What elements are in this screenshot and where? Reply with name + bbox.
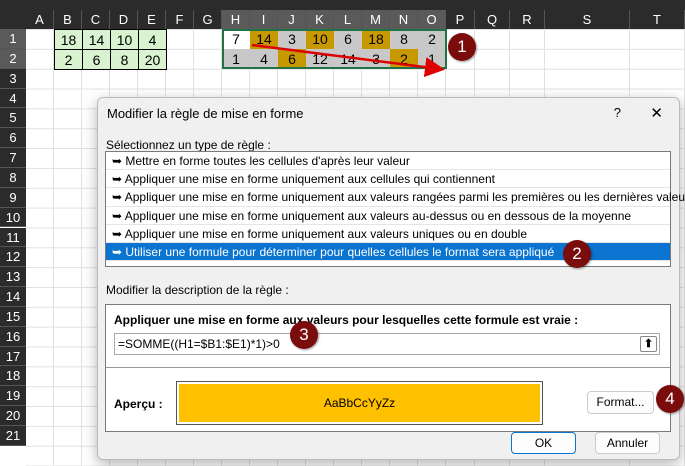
arrow-bullet-icon: ➥: [112, 172, 125, 187]
arrow-bullet-icon: ➥: [112, 226, 125, 241]
rule-type-item[interactable]: ➥ Mettre en forme toutes les cellules d'…: [106, 152, 670, 171]
edit-formatting-rule-dialog: Modifier la règle de mise en forme ? ✕ S…: [97, 97, 685, 460]
arrow-bullet-icon: ➥: [112, 244, 126, 259]
cancel-button[interactable]: Annuler: [595, 432, 660, 454]
collapse-dialog-icon[interactable]: ⬆: [640, 336, 657, 352]
arrow-bullet-icon: ➥: [112, 208, 125, 223]
divider: [106, 367, 670, 368]
formula-value: =SOMME((H1=$B1:$E1)*1)>0: [118, 337, 280, 351]
arrow-bullet-icon: ➥: [112, 190, 125, 205]
close-icon[interactable]: ✕: [650, 104, 663, 122]
rule-type-label: Sélectionnez un type de règle :: [106, 138, 271, 152]
preview-text: AaBbCcYyZz: [179, 384, 540, 422]
rule-type-item[interactable]: ➥ Appliquer une mise en forme uniquement…: [106, 170, 670, 189]
ok-button[interactable]: OK: [511, 432, 576, 454]
format-button[interactable]: Format...: [587, 391, 654, 414]
rule-type-item[interactable]: ➥ Appliquer une mise en forme uniquement…: [106, 207, 670, 225]
preview-label: Aperçu :: [114, 397, 163, 411]
step-badge-3: 3: [290, 321, 318, 349]
rule-description-panel: Appliquer une mise en forme aux valeurs …: [105, 304, 671, 432]
step-badge-2: 2: [563, 240, 591, 268]
rule-type-item[interactable]: ➥ Appliquer une mise en forme uniquement…: [106, 188, 685, 207]
description-label: Modifier la description de la règle :: [106, 283, 289, 297]
arrow-bullet-icon: ➥: [112, 154, 126, 168]
format-preview: AaBbCcYyZz: [176, 381, 543, 425]
dialog-title: Modifier la règle de mise en forme: [107, 106, 304, 121]
rule-type-item[interactable]: ➥ Appliquer une mise en forme uniquement…: [106, 225, 670, 243]
formula-input[interactable]: =SOMME((H1=$B1:$E1)*1)>0 ⬆: [114, 333, 660, 355]
step-badge-4: 4: [656, 385, 684, 413]
formula-label: Appliquer une mise en forme aux valeurs …: [114, 313, 579, 327]
step-badge-1: 1: [448, 33, 476, 61]
help-button[interactable]: ?: [614, 105, 621, 120]
